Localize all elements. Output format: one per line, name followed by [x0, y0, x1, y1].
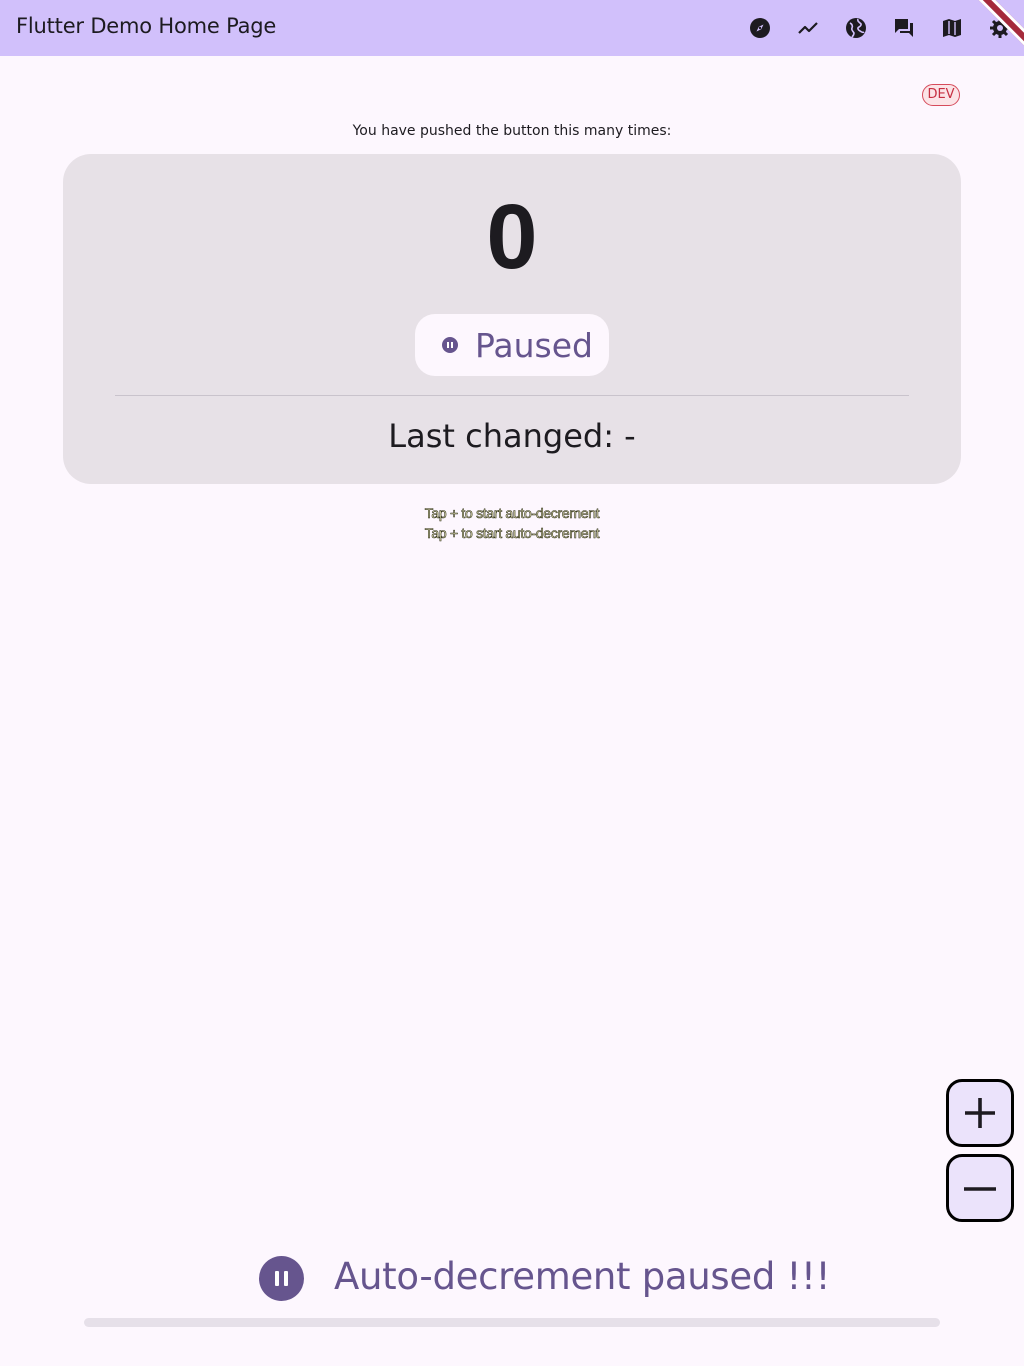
- env-badge: DEV: [922, 84, 960, 106]
- hint-text-shadow: Tap + to start auto-decrement: [424, 525, 600, 542]
- last-changed-label: Last changed: -: [388, 417, 636, 455]
- settings-icon[interactable]: [988, 16, 1012, 40]
- counter-caption: You have pushed the button this many tim…: [352, 123, 672, 139]
- counter-value: 0: [486, 186, 538, 288]
- map-icon[interactable]: [940, 16, 964, 40]
- plus-icon: [965, 1098, 995, 1128]
- decrement-button[interactable]: [946, 1154, 1014, 1222]
- forum-icon[interactable]: [892, 16, 916, 40]
- hint-text: Tap + to start auto-decrement: [424, 505, 600, 522]
- pause-dot-icon: [442, 337, 458, 353]
- divider: [115, 395, 909, 396]
- auto-decrement-status: Auto-decrement paused !!!: [0, 1252, 1024, 1304]
- pause-icon[interactable]: [259, 1256, 304, 1301]
- compass-icon[interactable]: [748, 16, 772, 40]
- increment-button[interactable]: [946, 1079, 1014, 1147]
- app-bar: Flutter Demo Home Page: [0, 0, 1024, 57]
- auto-decrement-label: Auto-decrement paused !!!: [334, 1255, 831, 1298]
- progress-bar: [84, 1318, 940, 1327]
- minus-icon: [964, 1187, 996, 1191]
- status-label: Paused: [475, 326, 593, 365]
- status-chip: Paused: [415, 314, 609, 376]
- page-title: Flutter Demo Home Page: [16, 14, 277, 38]
- globe-icon[interactable]: [844, 16, 868, 40]
- trending-icon[interactable]: [796, 16, 820, 40]
